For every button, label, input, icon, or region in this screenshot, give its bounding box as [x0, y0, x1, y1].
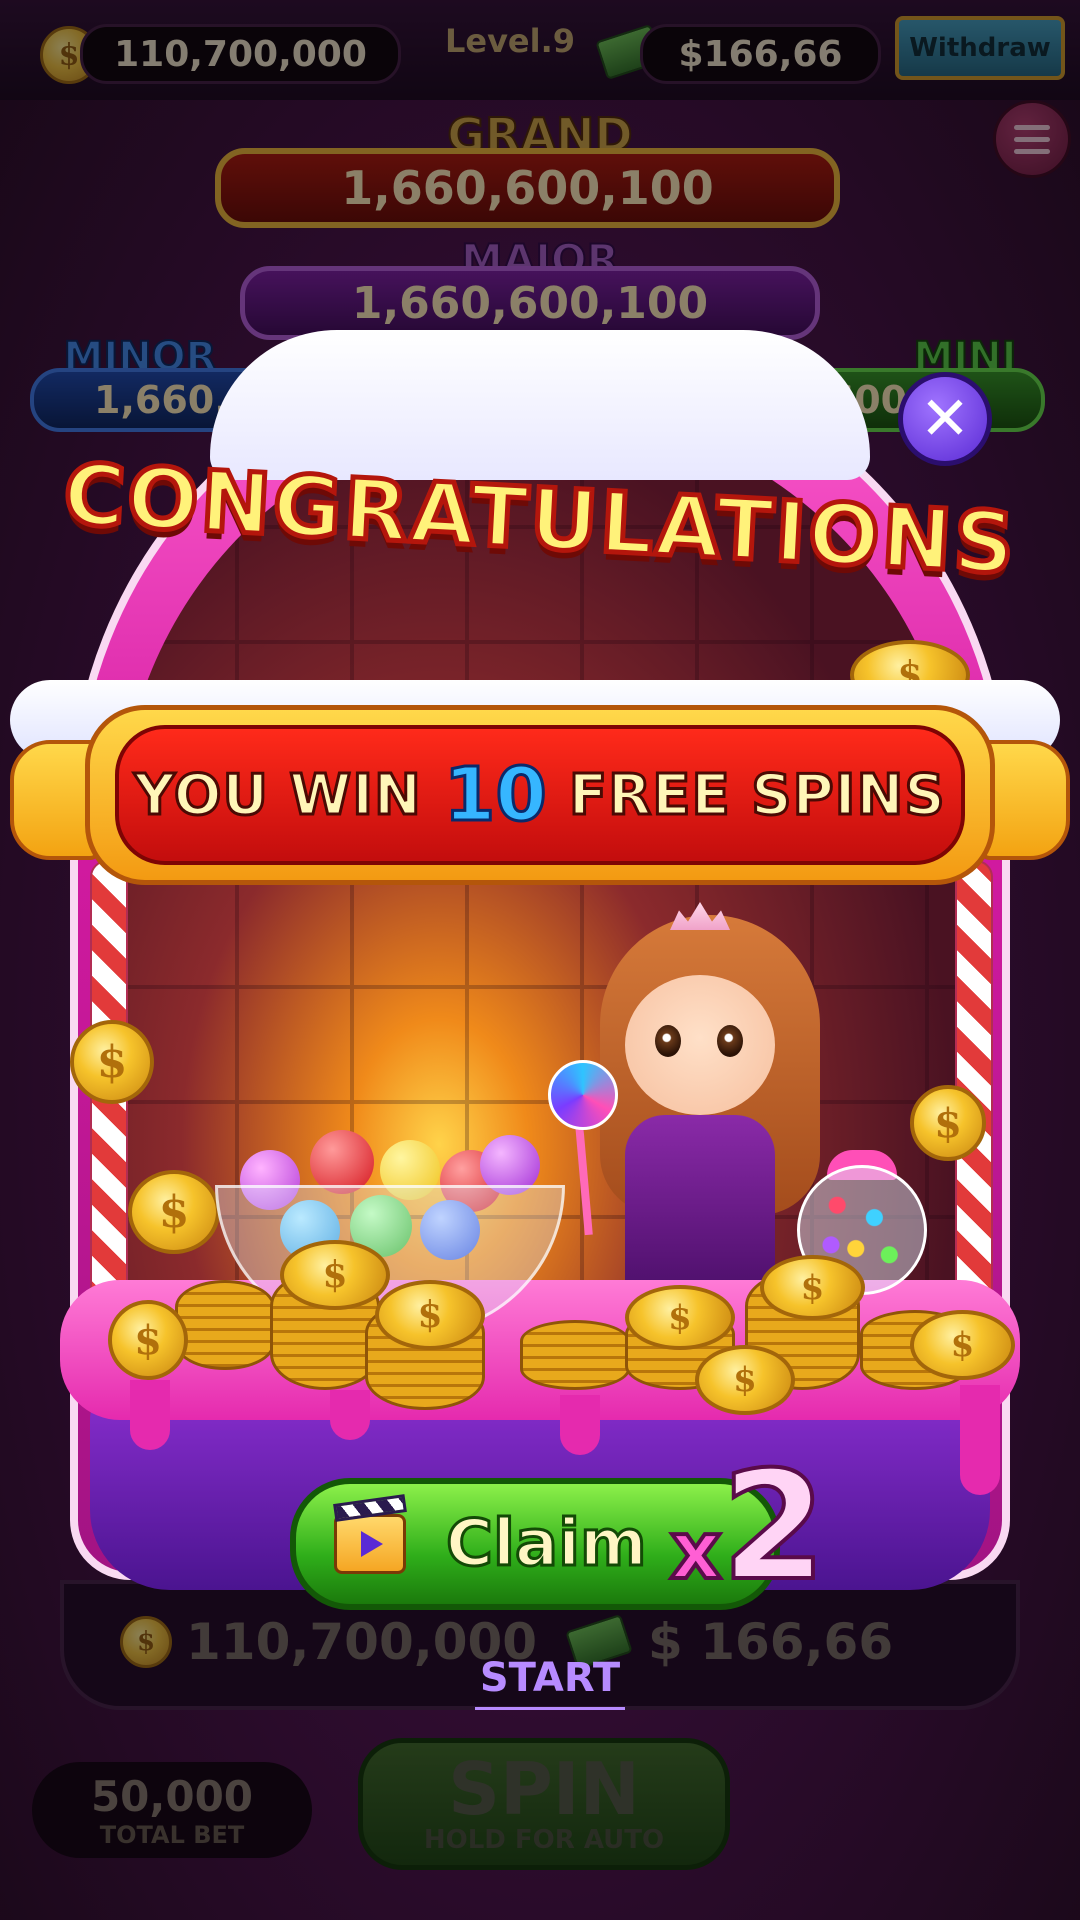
princess-face — [625, 975, 775, 1115]
bottom-cash-value: $ 166,66 — [648, 1613, 894, 1671]
total-bet-value: 50,000 — [90, 1771, 254, 1821]
princess-dress — [625, 1115, 775, 1295]
free-spin-count: 10 — [442, 751, 548, 840]
reward-banner: YOU WIN 10 FREE SPINS — [115, 725, 965, 865]
claim-multiplier: x 2 — [668, 1438, 828, 1616]
frosting-drip — [330, 1390, 370, 1440]
coin-top: $ — [375, 1280, 485, 1350]
princess-eye — [717, 1025, 743, 1057]
start-tab[interactable]: START — [475, 1655, 625, 1710]
menu-icon-line — [1014, 136, 1050, 142]
menu-button[interactable] — [993, 100, 1071, 178]
spin-button[interactable]: SPIN HOLD FOR AUTO — [358, 1738, 730, 1870]
withdraw-button[interactable]: Withdraw — [895, 16, 1065, 80]
frosting-drip — [130, 1380, 170, 1450]
jackpot-grand-value: 1,660,600,100 — [215, 148, 840, 228]
menu-icon-line — [1014, 124, 1050, 130]
coin-stack — [175, 1280, 275, 1370]
flying-coin: $ — [70, 1020, 154, 1104]
frosting-drip — [960, 1385, 1000, 1495]
level-label: Level.9 — [444, 22, 576, 60]
menu-icon-line — [1014, 148, 1050, 154]
bottom-cash-balance: $ 166,66 — [565, 1612, 970, 1672]
coin-top: $ — [108, 1300, 188, 1380]
multiplier-x: x — [668, 1502, 724, 1599]
spin-hold-label: HOLD FOR AUTO — [423, 1825, 665, 1855]
close-button[interactable]: ✕ — [898, 372, 992, 466]
total-bet-label: TOTAL BET — [99, 1820, 245, 1849]
coin-top: $ — [695, 1345, 795, 1415]
coin-icon: $ — [120, 1616, 172, 1668]
jackpot-major-value: 1,660,600,100 — [240, 266, 820, 340]
flying-coin: $ — [128, 1170, 220, 1254]
banner-suffix: FREE SPINS — [567, 761, 946, 829]
game-screen: $ 110,700,000 Level.9 $166,66 Withdraw G… — [0, 0, 1080, 1920]
claim-label: Claim — [445, 1506, 649, 1583]
frosting-drip — [560, 1395, 600, 1455]
spin-label: SPIN — [448, 1747, 640, 1831]
multiplier-value: 2 — [720, 1438, 828, 1616]
coin-top: $ — [760, 1255, 865, 1320]
video-ad-icon — [334, 1514, 406, 1574]
coin-top: $ — [910, 1310, 1015, 1380]
cash-balance: $166,66 — [640, 24, 881, 84]
coin-balance: 110,700,000 — [80, 24, 401, 84]
coin-top: $ — [280, 1240, 390, 1310]
total-bet-panel[interactable]: 50,000 TOTAL BET — [32, 1762, 312, 1858]
banner-prefix: YOU WIN — [133, 761, 423, 829]
close-icon: ✕ — [919, 384, 971, 454]
flying-coin: $ — [910, 1085, 986, 1161]
coin-stack — [520, 1320, 630, 1390]
coin-top: $ — [625, 1285, 735, 1350]
lollipop-icon — [548, 1060, 618, 1130]
princess-eye — [655, 1025, 681, 1057]
